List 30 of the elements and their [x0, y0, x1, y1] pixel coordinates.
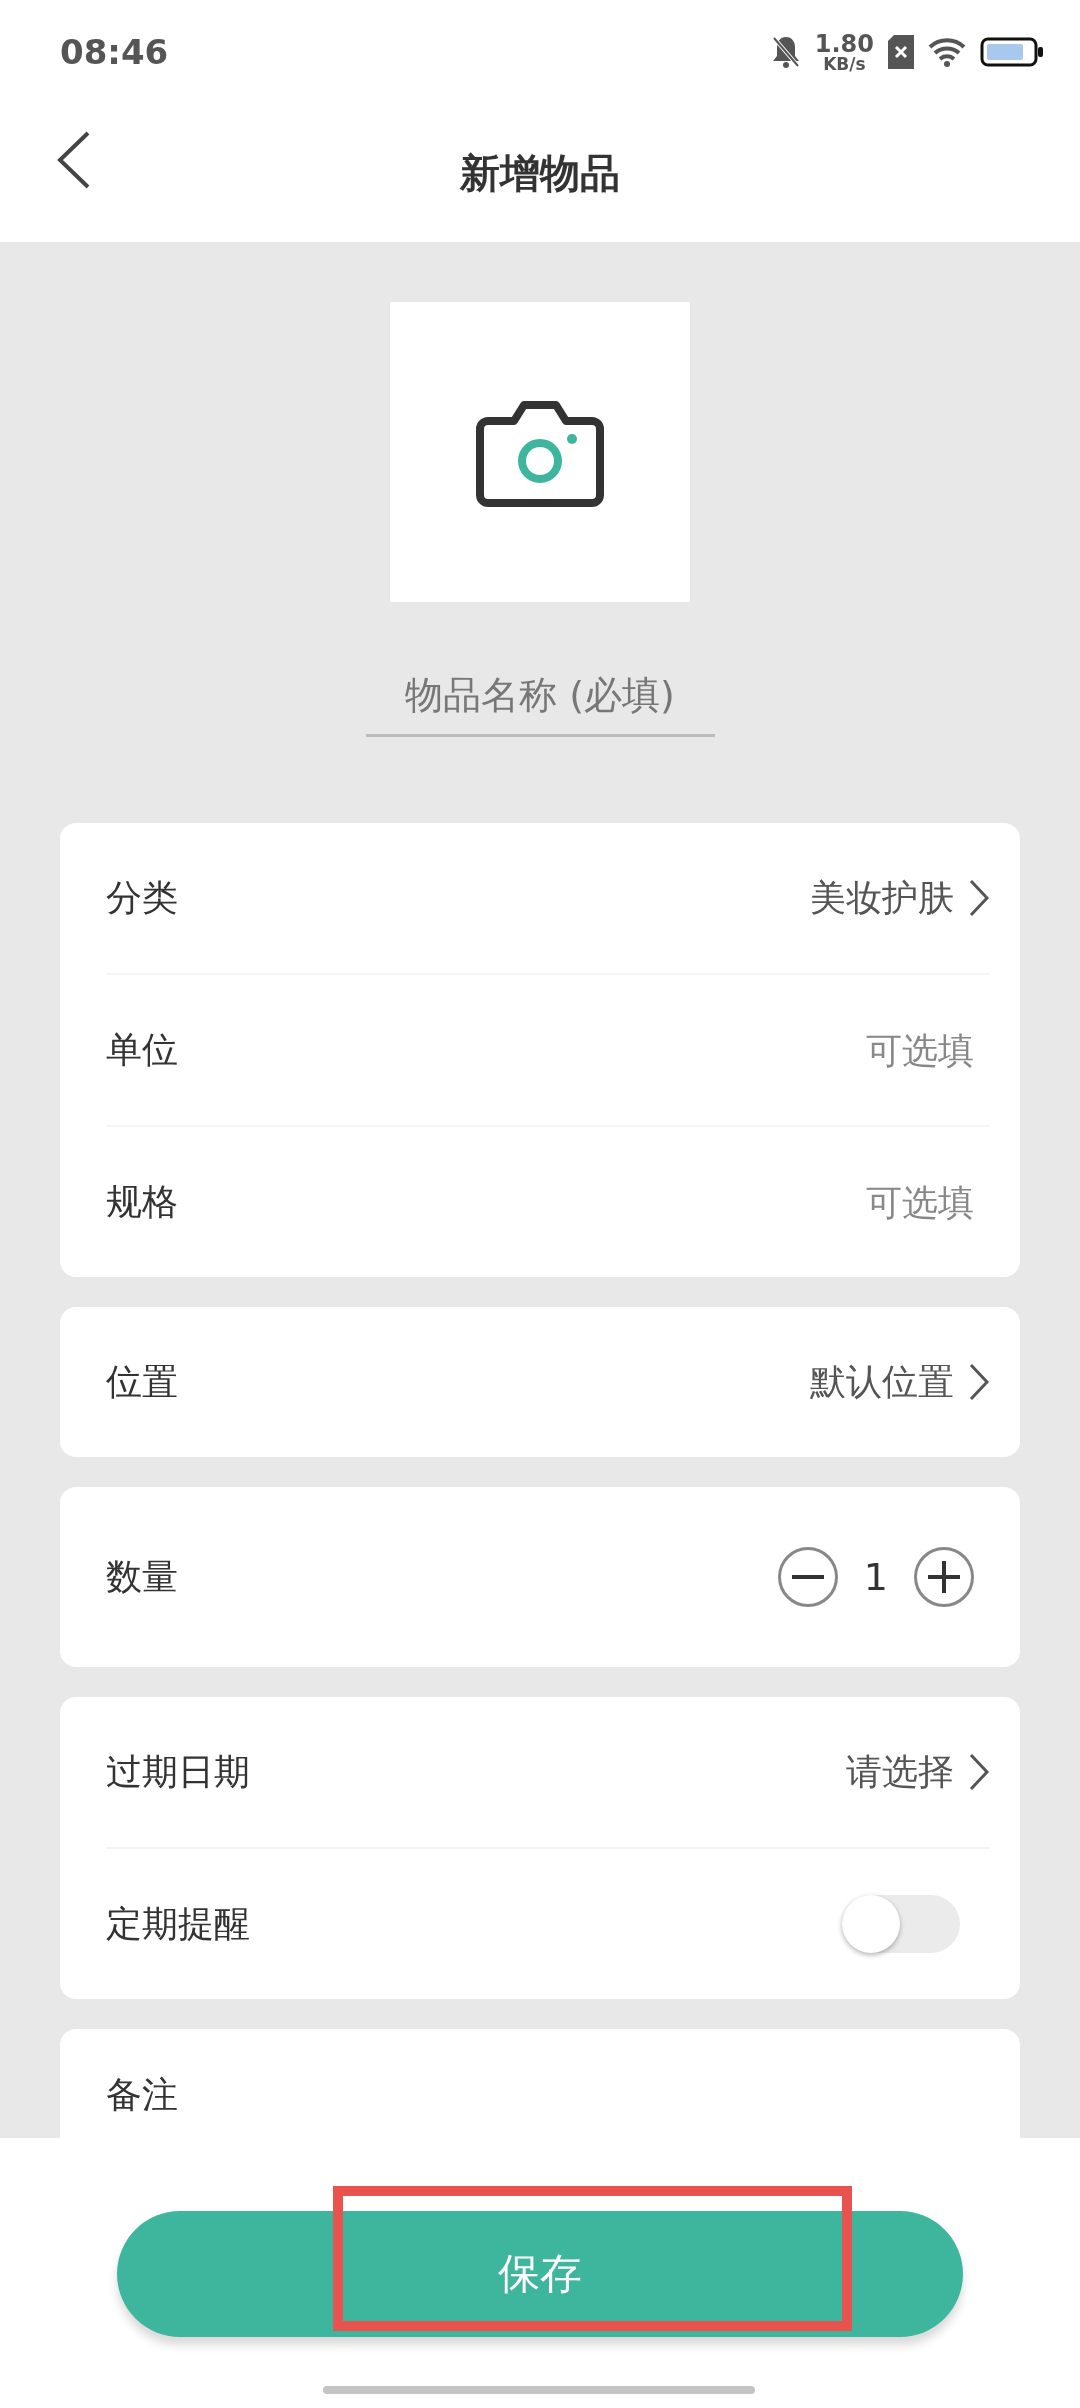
plus-icon	[928, 1561, 960, 1593]
field-label: 分类	[106, 875, 178, 920]
field-label: 单位	[106, 1027, 178, 1072]
field-label: 定期提醒	[106, 1901, 250, 1946]
wifi-icon	[928, 37, 966, 67]
reminder-switch[interactable]	[842, 1895, 960, 1953]
network-speed: 1.80	[814, 31, 874, 56]
speed-unit: KB/s	[823, 55, 866, 73]
plus-button[interactable]	[914, 1547, 974, 1607]
field-label: 位置	[106, 1359, 178, 1404]
item-name-field[interactable]: 物品名称 (必填)	[365, 656, 715, 737]
chevron-right-icon	[968, 1362, 990, 1402]
select-value[interactable]: 默认位置	[810, 1357, 990, 1407]
photo-upload[interactable]	[390, 302, 690, 602]
back-icon[interactable]	[56, 130, 92, 190]
select-value[interactable]: 请选择	[846, 1747, 990, 1797]
field-label: 过期日期	[106, 1749, 250, 1794]
quantity-value: 1	[863, 1555, 888, 1599]
battery-icon	[980, 37, 1044, 67]
sim-card-icon	[888, 35, 914, 69]
field-label: 备注	[106, 2073, 178, 2117]
field-label: 数量	[106, 1554, 178, 1599]
chevron-right-icon	[968, 1752, 990, 1792]
bell-muted-icon	[770, 35, 801, 69]
select-value[interactable]: 美妆护肤	[810, 873, 990, 923]
minus-icon	[791, 1575, 824, 1579]
chevron-right-icon	[968, 878, 990, 918]
status-time: 08:46	[60, 32, 169, 72]
field-label: 规格	[106, 1179, 178, 1224]
page-title: 新增物品	[460, 148, 620, 198]
